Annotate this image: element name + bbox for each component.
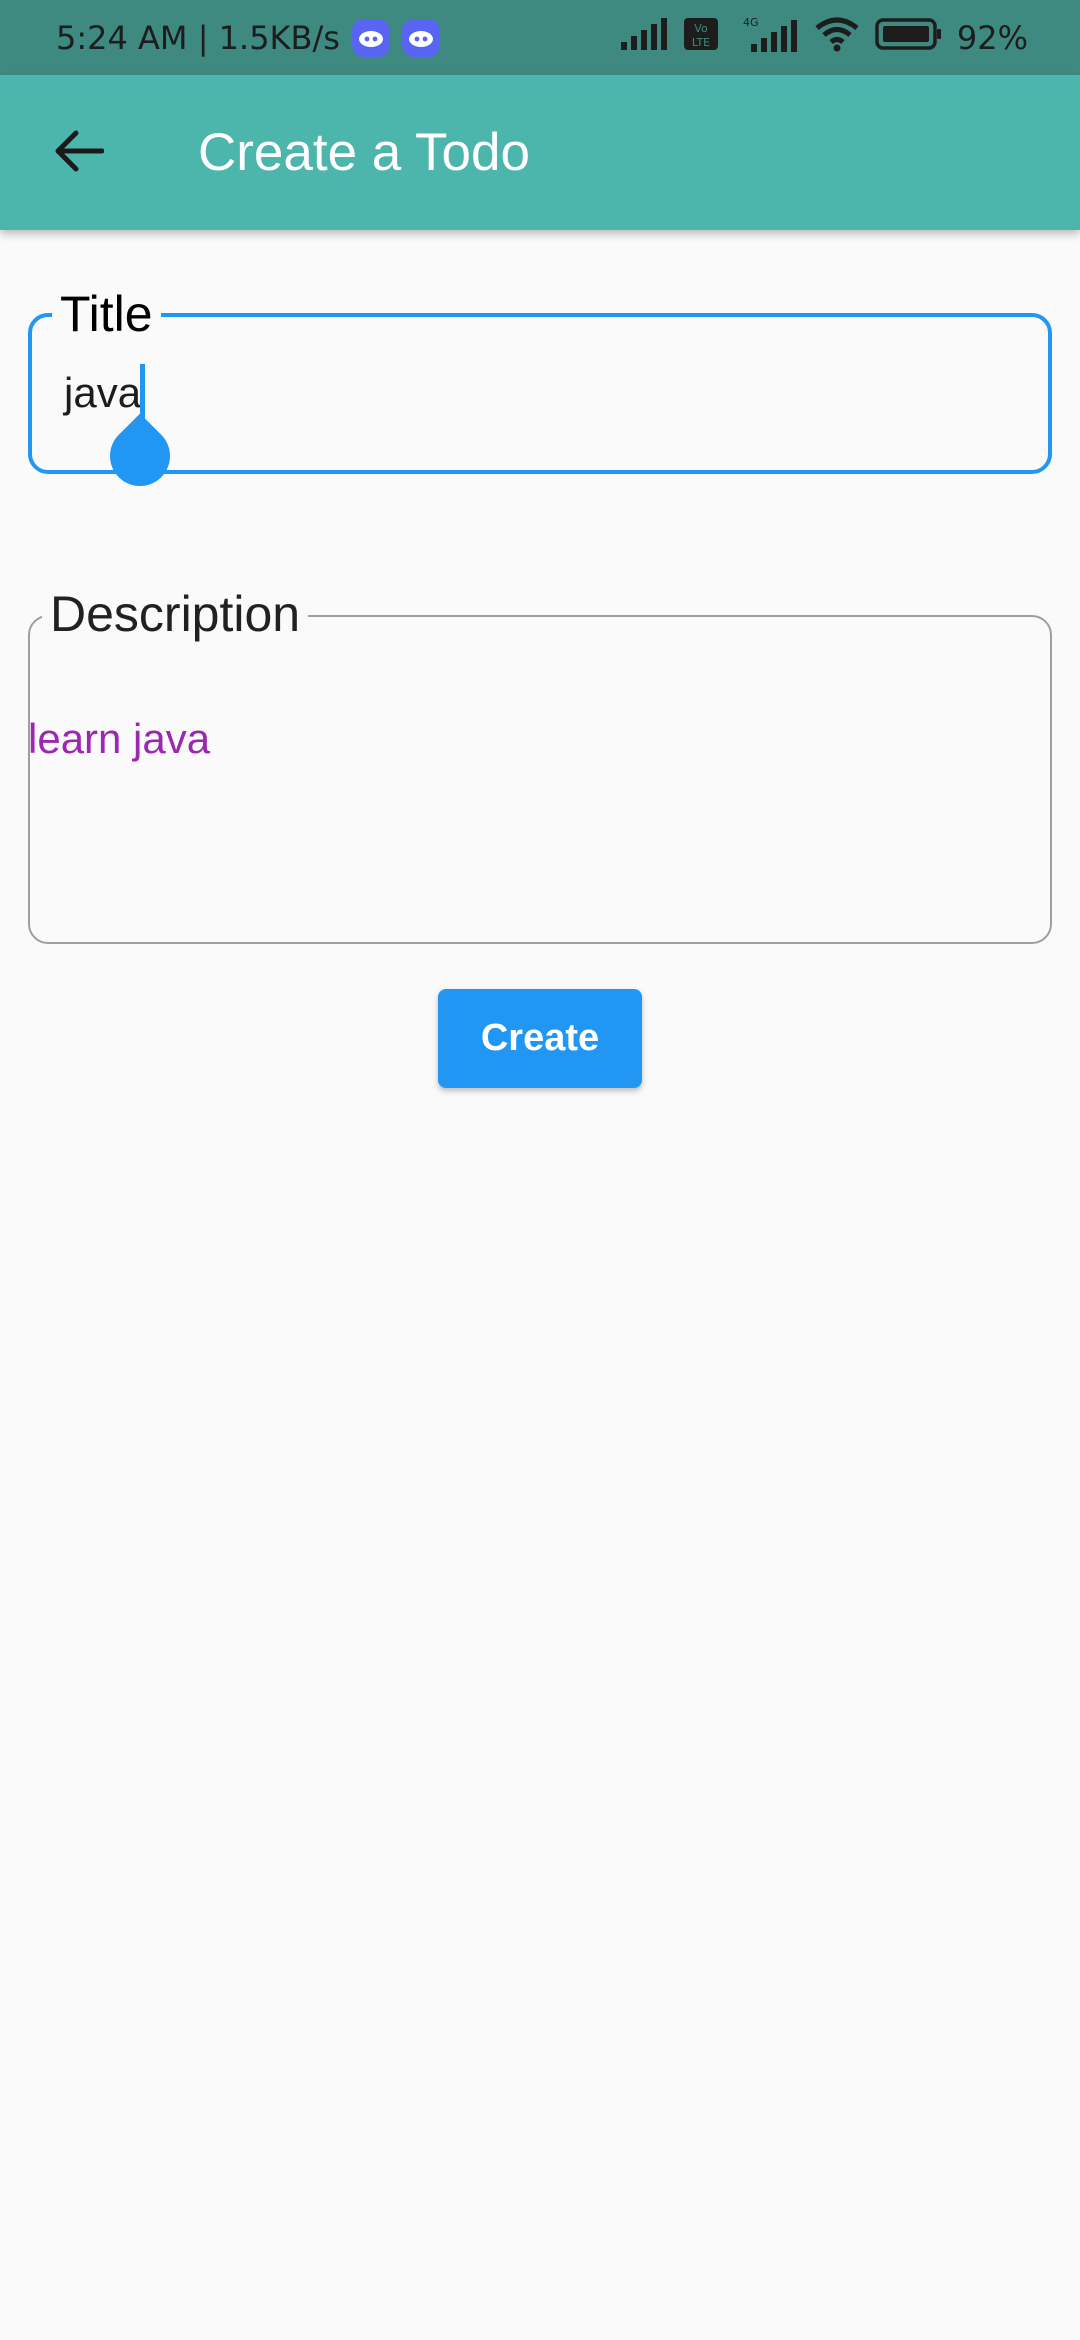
back-button[interactable] <box>40 115 116 191</box>
volte-icon: Vo LTE <box>683 17 719 59</box>
discord-icon <box>351 18 390 57</box>
description-field[interactable]: Description learn java <box>28 589 1052 944</box>
battery-percent: 92% <box>956 18 1028 57</box>
title-field-label: Title <box>52 289 161 339</box>
page-title: Create a Todo <box>198 123 530 182</box>
signal-4g-icon: 4G <box>733 16 799 60</box>
status-bar: 5:24 AM | 1.5KB/s Vo LTE 4G 92% <box>0 0 1080 75</box>
status-time-speed: 5:24 AM | 1.5KB/s <box>56 18 340 57</box>
battery-icon <box>875 17 943 58</box>
signal-icon <box>620 17 669 58</box>
title-input[interactable]: java <box>64 369 141 417</box>
description-field-label: Description <box>42 589 309 639</box>
create-button[interactable]: Create <box>438 989 642 1088</box>
svg-text:Vo: Vo <box>694 22 708 35</box>
svg-text:4G: 4G <box>743 16 759 29</box>
title-field[interactable]: Title java <box>28 289 1052 474</box>
svg-text:LTE: LTE <box>692 36 710 49</box>
discord-icon <box>401 18 440 57</box>
arrow-left-icon <box>52 129 105 178</box>
description-input[interactable]: learn java <box>28 715 210 763</box>
app-bar: Create a Todo <box>0 75 1080 230</box>
wifi-icon <box>813 16 861 60</box>
